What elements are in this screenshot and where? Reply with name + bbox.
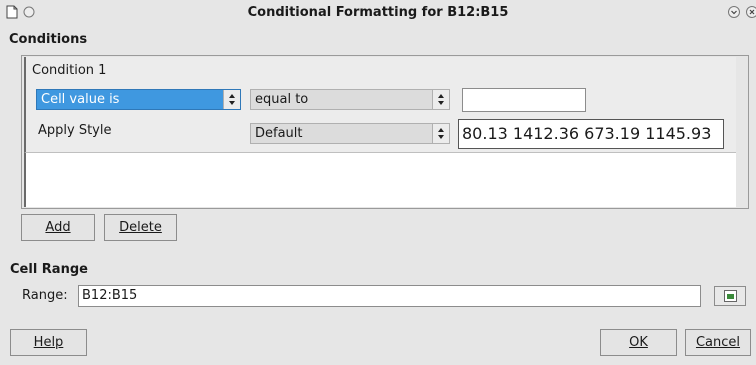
range-label: Range: <box>22 288 68 303</box>
ok-button-label: OK <box>629 335 648 350</box>
cancel-button-label: Cancel <box>695 335 741 350</box>
delete-button[interactable]: Delete <box>104 214 177 241</box>
delete-button-label: Delete <box>119 220 162 235</box>
style-preview: 80.13 1412.36 673.19 1145.93 <box>458 119 724 149</box>
help-button-label: Help <box>33 335 64 350</box>
style-value: Default <box>255 126 303 141</box>
condition-type-combo[interactable]: Cell value is <box>36 89 241 110</box>
shrink-range-button[interactable] <box>714 286 746 306</box>
operator-combo[interactable]: equal to <box>250 89 450 110</box>
range-input-text: B12:B15 <box>82 288 138 303</box>
range-input[interactable]: B12:B15 <box>78 285 701 307</box>
shrink-range-icon <box>724 290 737 306</box>
ok-button[interactable]: OK <box>600 329 677 356</box>
title-bar: Conditional Formatting for B12:B15 <box>0 0 756 26</box>
condition-title: Condition 1 <box>32 63 107 78</box>
apply-style-label: Apply Style <box>38 123 112 138</box>
spin-icon <box>223 90 240 109</box>
operator-value: equal to <box>255 92 309 107</box>
spin-icon <box>432 90 449 109</box>
cell-range-section-title: Cell Range <box>10 262 88 277</box>
cancel-button[interactable]: Cancel <box>685 329 751 356</box>
window-title: Conditional Formatting for B12:B15 <box>247 5 509 20</box>
add-button-label: Add <box>45 220 71 235</box>
condition-value-input[interactable] <box>462 88 586 112</box>
add-button[interactable]: Add <box>21 214 95 241</box>
chevron-down-circle-icon[interactable] <box>727 5 741 19</box>
close-icon[interactable] <box>745 5 756 19</box>
condition-type-value: Cell value is <box>41 92 120 107</box>
spin-icon <box>432 124 449 143</box>
style-preview-text: 80.13 1412.36 673.19 1145.93 <box>462 124 712 143</box>
conditions-section-title: Conditions <box>9 32 88 47</box>
style-combo[interactable]: Default <box>250 123 450 144</box>
help-button[interactable]: Help <box>10 329 87 356</box>
